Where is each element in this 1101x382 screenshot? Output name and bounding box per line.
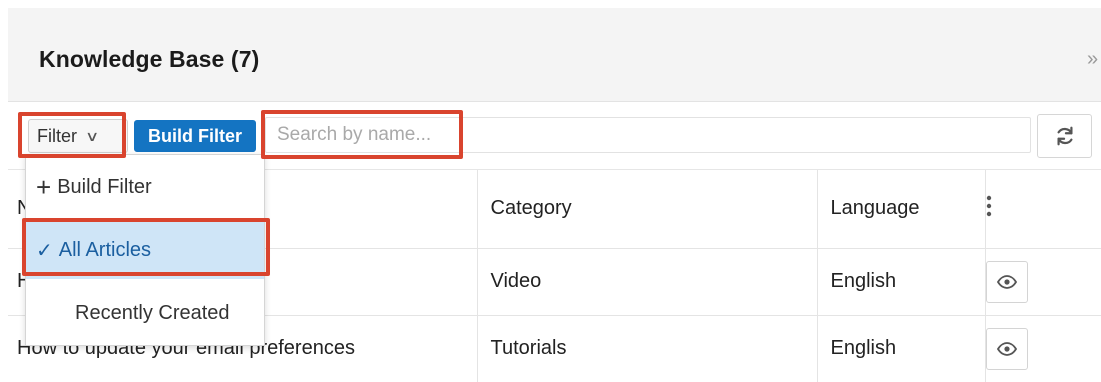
eye-icon	[996, 341, 1017, 356]
refresh-icon	[1056, 126, 1073, 146]
knowledge-base-header: Knowledge Base (7) »	[8, 8, 1101, 102]
article-language: English	[816, 248, 985, 316]
search-input[interactable]	[266, 118, 1030, 152]
eye-icon	[996, 274, 1017, 289]
dashlet-title: Knowledge Base (7)	[39, 46, 260, 72]
menu-item-label: Build Filter	[57, 175, 152, 198]
preview-button[interactable]	[985, 260, 1028, 303]
preview-button[interactable]	[985, 327, 1028, 370]
plus-icon: +	[36, 172, 52, 202]
row-actions	[984, 248, 1101, 316]
filter-dropdown-menu: + Build Filter ✓ All Articles Recently C…	[25, 154, 265, 346]
filter-dropdown-button[interactable]: Filter ∨	[28, 119, 128, 153]
chevron-down-icon: ∨	[84, 127, 100, 144]
column-actions-header[interactable]	[984, 170, 1101, 249]
row-actions	[984, 315, 1101, 382]
article-category: Tutorials	[476, 315, 817, 382]
build-filter-button[interactable]: Build Filter	[134, 120, 256, 152]
menu-item-build-filter[interactable]: + Build Filter	[26, 169, 264, 205]
check-icon: ✓	[36, 239, 53, 262]
article-category: Video	[476, 248, 817, 316]
top-strip	[0, 0, 1101, 8]
column-header-language[interactable]: Language	[816, 170, 985, 249]
menu-item-recently-created[interactable]: Recently Created	[26, 291, 264, 335]
search-box	[265, 117, 1031, 153]
menu-item-label: All Articles	[58, 238, 152, 261]
kebab-menu-icon[interactable]	[986, 195, 992, 221]
article-language: English	[816, 315, 985, 382]
collapse-icon[interactable]: »	[1087, 48, 1101, 71]
filter-label: Filter	[37, 125, 77, 146]
refresh-button[interactable]	[1037, 114, 1092, 158]
menu-item-label: Recently Created	[75, 301, 230, 324]
menu-item-all-articles[interactable]: ✓ All Articles	[26, 221, 264, 279]
column-header-category[interactable]: Category	[476, 170, 817, 249]
